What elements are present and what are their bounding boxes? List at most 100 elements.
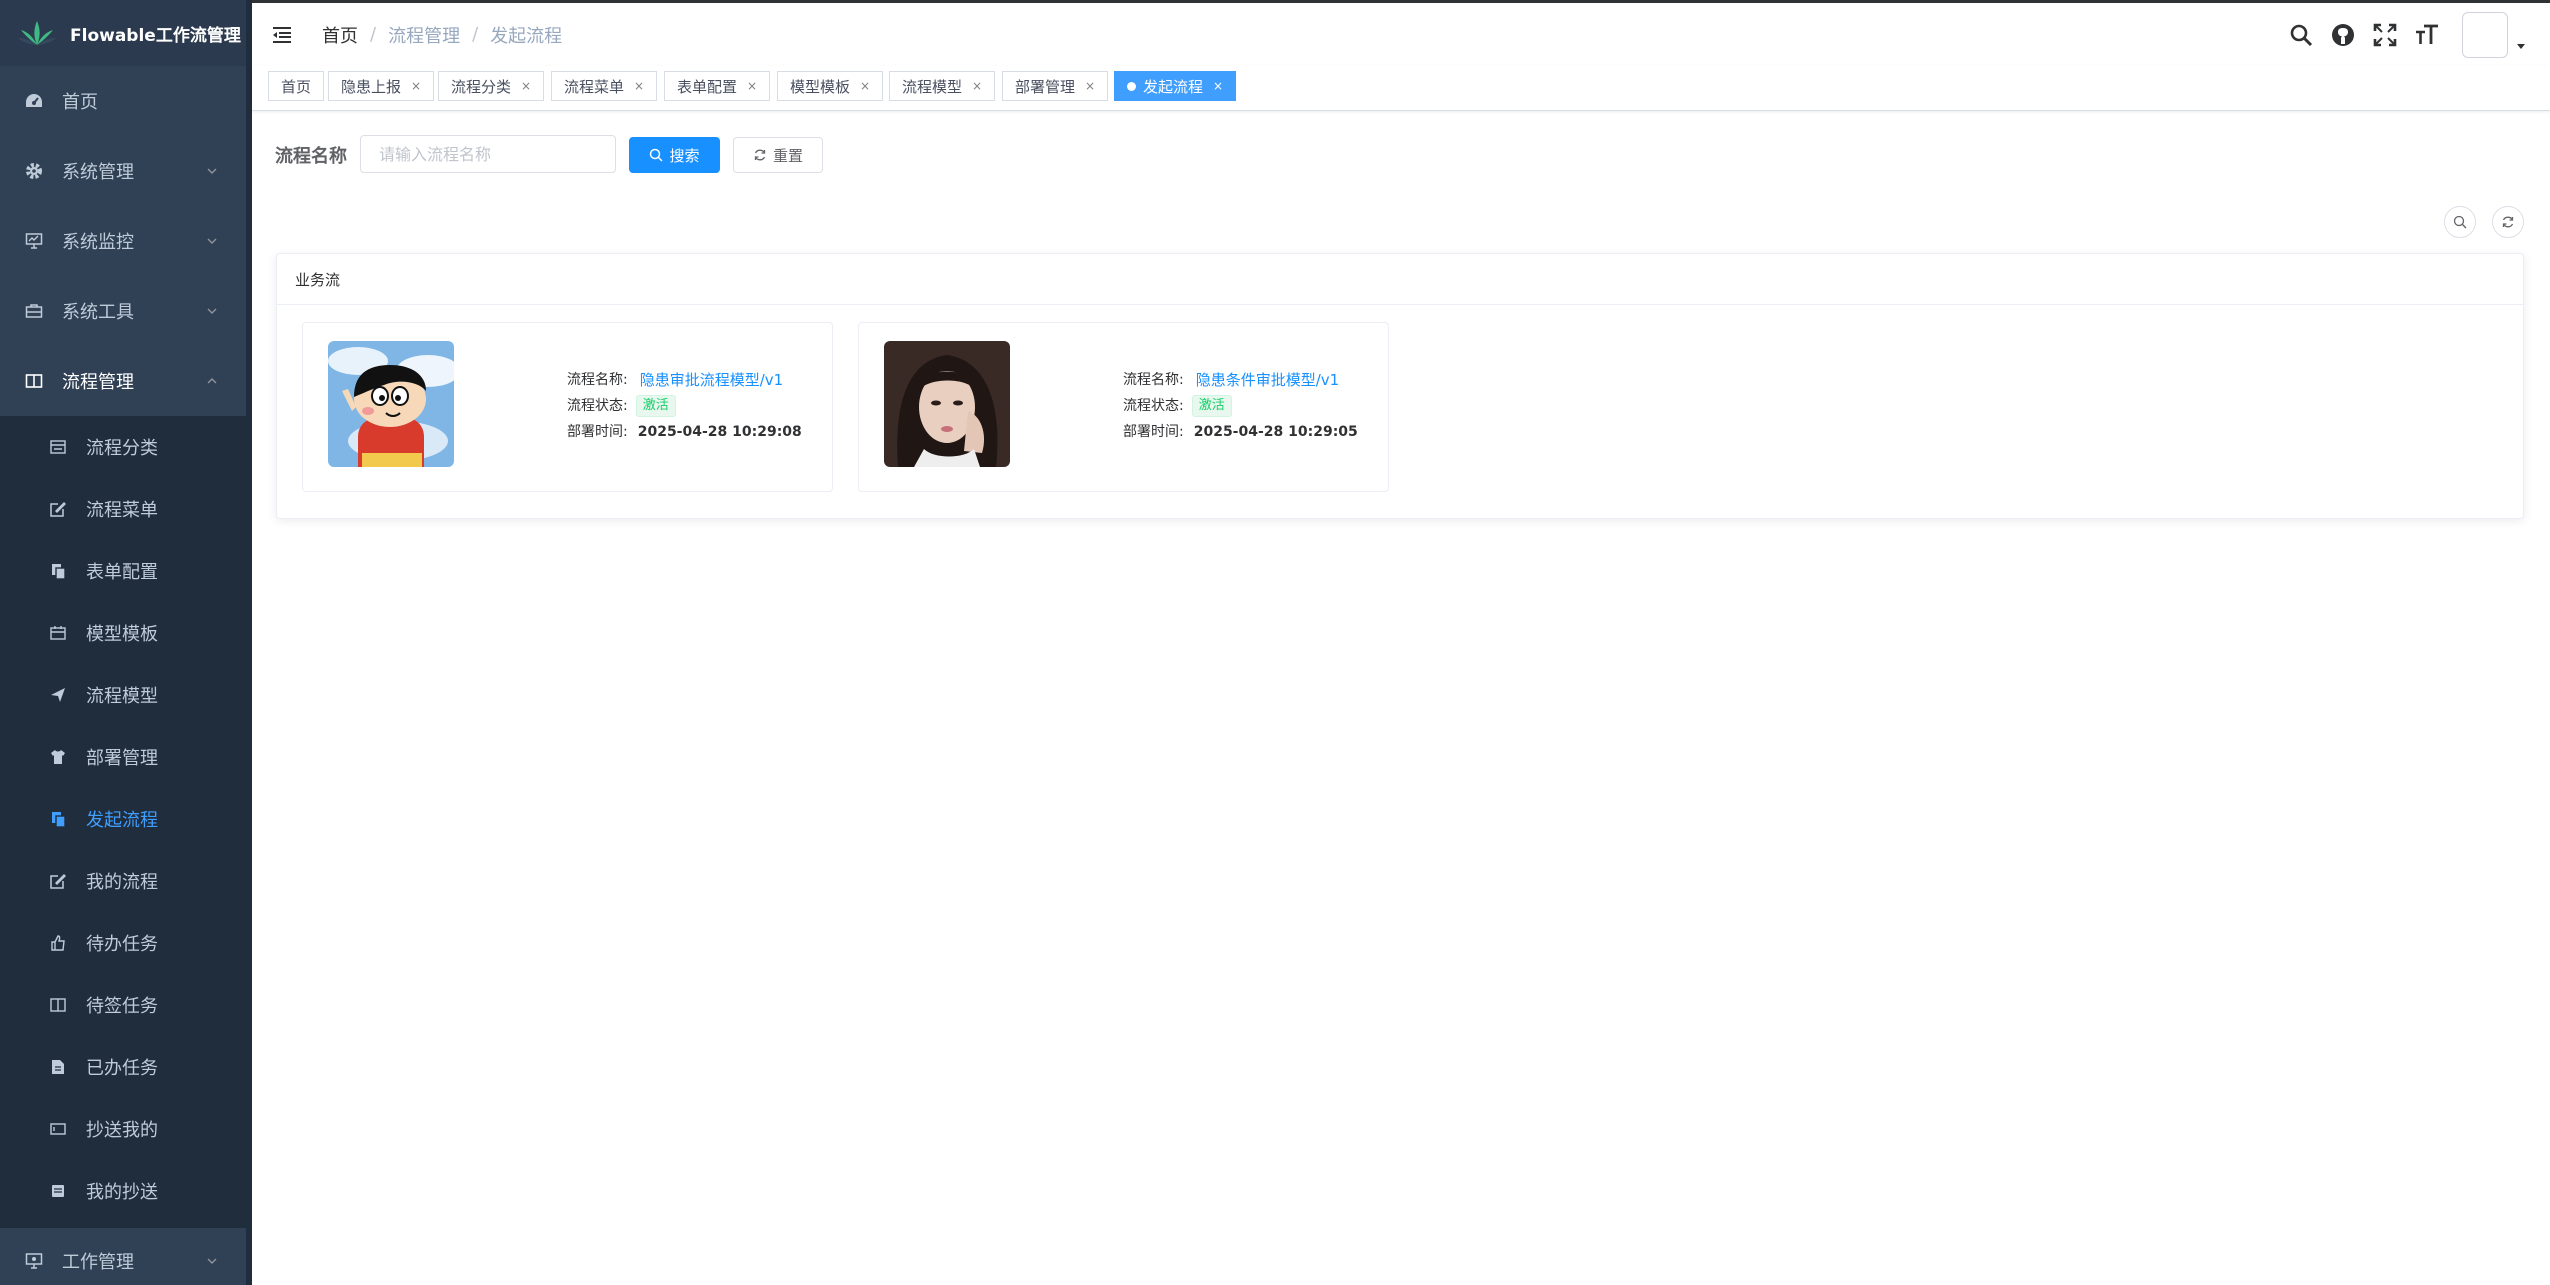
deploy-time-label: 部署时间: <box>1123 424 1184 440</box>
search-icon <box>650 148 664 162</box>
chevron-down-icon <box>207 168 217 174</box>
tag-label: 流程菜单 <box>564 77 625 96</box>
sidebar-item-my-cc[interactable]: 我的抄送 <box>0 1160 246 1222</box>
process-status-label: 流程状态: <box>1123 398 1184 414</box>
book-icon <box>24 371 44 391</box>
sidebar-divider <box>246 0 252 1285</box>
sidebar-item-label: 首页 <box>62 92 98 113</box>
refresh-icon <box>2502 216 2514 228</box>
sidebar-item-home[interactable]: 首页 <box>0 66 246 136</box>
sidebar-item-label: 流程分类 <box>86 438 158 459</box>
sidebar-item-system[interactable]: 系统管理 <box>0 136 246 206</box>
tag-process-model[interactable]: 流程模型 × <box>889 71 996 101</box>
sidebar-item-process-category[interactable]: 流程分类 <box>0 416 246 478</box>
close-icon[interactable]: × <box>521 79 531 93</box>
edit-icon <box>48 871 68 891</box>
sidebar-item-claim[interactable]: 待签任务 <box>0 974 246 1036</box>
tag-process-category[interactable]: 流程分类 × <box>438 71 545 101</box>
sidebar-item-label: 发起流程 <box>86 810 158 831</box>
message-icon <box>48 1181 68 1201</box>
close-icon[interactable]: × <box>634 79 644 93</box>
process-name-link[interactable]: 隐患条件审批模型/v1 <box>1196 367 1339 393</box>
refresh-button[interactable] <box>2492 206 2524 238</box>
sidebar-item-start-process[interactable]: 发起流程 <box>0 788 246 850</box>
toggle-search-button[interactable] <box>2444 206 2476 238</box>
process-name-input[interactable] <box>360 135 616 173</box>
gear-icon <box>24 161 44 181</box>
process-name-link[interactable]: 隐患审批流程模型/v1 <box>640 367 783 393</box>
send-icon <box>48 685 68 705</box>
sidebar-item-process-model[interactable]: 流程模型 <box>0 664 246 726</box>
process-name-label: 流程名称: <box>567 372 628 388</box>
sidebar-item-label: 系统监控 <box>62 232 134 253</box>
deploy-time-label: 部署时间: <box>567 424 628 440</box>
sidebar-item-cc-me[interactable]: 抄送我的 <box>0 1098 246 1160</box>
sidebar-item-process[interactable]: 流程管理 <box>0 346 246 416</box>
fullscreen-icon[interactable] <box>2372 22 2398 48</box>
tag-label: 发起流程 <box>1143 77 1204 96</box>
tag-deploy[interactable]: 部署管理 × <box>1002 71 1109 101</box>
breadcrumb-home[interactable]: 首页 <box>322 22 358 48</box>
tag-hazard-report[interactable]: 隐患上报 × <box>328 71 435 101</box>
sidebar-item-label: 我的抄送 <box>86 1182 158 1203</box>
sidebar-item-todo[interactable]: 待办任务 <box>0 912 246 974</box>
close-icon[interactable]: × <box>972 79 982 93</box>
sidebar-item-model-template[interactable]: 模型模板 <box>0 602 246 664</box>
caret-down-icon[interactable] <box>2516 41 2526 51</box>
tag-form-config[interactable]: 表单配置 × <box>664 71 771 101</box>
close-icon[interactable]: × <box>747 79 757 93</box>
sidebar-item-tools[interactable]: 系统工具 <box>0 276 246 346</box>
sidebar-item-deploy[interactable]: 部署管理 <box>0 726 246 788</box>
search-button-label: 搜索 <box>669 146 700 165</box>
reset-button[interactable]: 重置 <box>733 137 823 173</box>
sidebar-item-done[interactable]: 已办任务 <box>0 1036 246 1098</box>
sidebar-item-work[interactable]: 工作管理 <box>0 1228 246 1285</box>
tag-start-process[interactable]: 发起流程 × <box>1114 71 1237 101</box>
sidebar-item-my-process[interactable]: 我的流程 <box>0 850 246 912</box>
sidebar-item-label: 流程管理 <box>62 372 134 393</box>
deploy-time-value: 2025-04-28 10:29:05 <box>1193 424 1358 440</box>
tag-label: 首页 <box>281 77 312 96</box>
card-icon <box>48 1119 68 1139</box>
navbar: 首页 / 流程管理 / 发起流程 <box>252 0 2550 66</box>
github-icon[interactable] <box>2330 22 2356 48</box>
close-icon[interactable]: × <box>1213 79 1223 93</box>
dashboard-icon <box>24 91 44 111</box>
sidebar-item-monitor[interactable]: 系统监控 <box>0 206 246 276</box>
tag-label: 隐患上报 <box>341 77 402 96</box>
sidebar-item-form-config[interactable]: 表单配置 <box>0 540 246 602</box>
tag-home[interactable]: 首页 <box>268 71 325 101</box>
close-icon[interactable]: × <box>411 79 421 93</box>
breadcrumb: 首页 / 流程管理 / 发起流程 <box>322 22 562 48</box>
process-card[interactable]: 流程名称: 隐患审批流程模型/v1 流程状态: 激活 部署时间: 2025-04… <box>302 322 833 492</box>
sidebar-item-label: 我的流程 <box>86 872 158 893</box>
breadcrumb-separator: / <box>370 24 377 45</box>
process-card[interactable]: 流程名称: 隐患条件审批模型/v1 流程状态: 激活 部署时间: 2025-04… <box>858 322 1389 492</box>
menu-fold-icon[interactable] <box>270 23 294 47</box>
search-icon <box>2453 215 2467 229</box>
sidebar-item-label: 已办任务 <box>86 1058 158 1079</box>
book-icon <box>48 995 68 1015</box>
sidebar-item-label: 部署管理 <box>86 748 158 769</box>
tags-view: 首页 隐患上报 × 流程分类 × 流程菜单 × 表单配置 × 模型模板 × 流程… <box>252 66 2550 111</box>
breadcrumb-separator: / <box>472 24 479 45</box>
chevron-up-icon <box>207 378 217 384</box>
sidebar: Flowable工作流管理 首页 系统管理 系统监控 系统工具 流程管理 流程分… <box>0 0 246 1285</box>
close-icon[interactable]: × <box>1085 79 1095 93</box>
font-size-icon[interactable] <box>2414 22 2440 48</box>
tag-model-template[interactable]: 模型模板 × <box>777 71 884 101</box>
document-icon <box>48 1057 68 1077</box>
sidebar-item-process-menu[interactable]: 流程菜单 <box>0 478 246 540</box>
search-icon[interactable] <box>2288 22 2314 48</box>
tag-process-menu[interactable]: 流程菜单 × <box>551 71 658 101</box>
search-button[interactable]: 搜索 <box>629 137 720 173</box>
sidebar-item-label: 模型模板 <box>86 624 158 645</box>
process-name-label: 流程名称: <box>1123 372 1184 388</box>
logo[interactable]: Flowable工作流管理 <box>0 0 246 66</box>
avatar[interactable] <box>2462 11 2508 58</box>
close-icon[interactable]: × <box>860 79 870 93</box>
process-status-label: 流程状态: <box>567 398 628 414</box>
process-info: 流程名称: 隐患审批流程模型/v1 流程状态: 激活 部署时间: 2025-04… <box>567 367 802 445</box>
sidebar-item-label: 抄送我的 <box>86 1120 158 1141</box>
process-info: 流程名称: 隐患条件审批模型/v1 流程状态: 激活 部署时间: 2025-04… <box>1123 367 1358 445</box>
